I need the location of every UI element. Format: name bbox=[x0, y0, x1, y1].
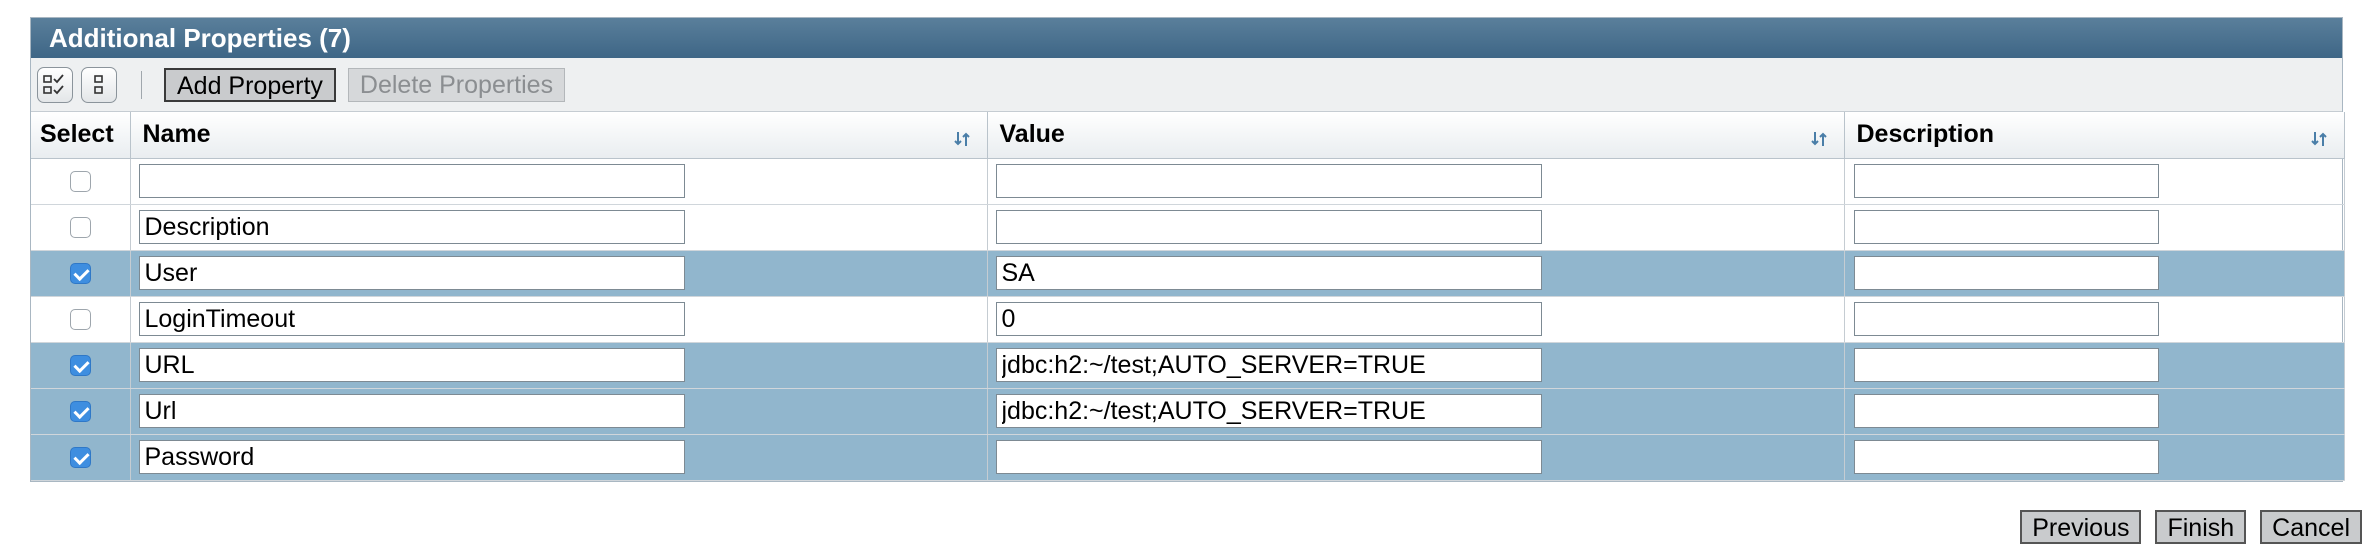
description-cell bbox=[1844, 204, 2345, 251]
column-header-name-label: Name bbox=[142, 120, 211, 149]
row-select-checkbox[interactable] bbox=[69, 400, 91, 422]
table-row[interactable] bbox=[31, 434, 2345, 481]
description-cell bbox=[1844, 342, 2345, 389]
column-header-description-label: Description bbox=[1856, 120, 1995, 149]
table-body bbox=[31, 158, 2345, 481]
wizard-nav: Previous Finish Cancel bbox=[2006, 510, 2362, 544]
property-description-input[interactable] bbox=[1853, 348, 2159, 382]
property-value-input[interactable] bbox=[995, 394, 1542, 428]
additional-properties-panel: Additional Properties (7) Add Property D… bbox=[30, 17, 2345, 482]
row-select-checkbox[interactable] bbox=[69, 262, 91, 284]
value-cell bbox=[987, 250, 1845, 297]
value-cell bbox=[987, 158, 1845, 205]
panel-title: Additional Properties (7) bbox=[31, 18, 2342, 58]
sort-icon[interactable] bbox=[1810, 130, 1828, 148]
name-cell bbox=[130, 434, 988, 481]
name-cell bbox=[130, 158, 988, 205]
properties-table: Select Name Value Description Descriptio… bbox=[31, 112, 2345, 481]
name-cell bbox=[130, 250, 988, 297]
sort-icon[interactable] bbox=[2310, 130, 2328, 148]
description-cell bbox=[1844, 388, 2345, 435]
select-cell bbox=[31, 434, 131, 481]
row-select-checkbox[interactable] bbox=[69, 216, 91, 238]
deselect-all-icon[interactable] bbox=[81, 66, 117, 103]
table-row[interactable] bbox=[31, 204, 2345, 251]
property-value-input[interactable] bbox=[995, 210, 1542, 244]
property-description-input[interactable] bbox=[1853, 302, 2159, 336]
value-cell bbox=[987, 434, 1845, 481]
property-description-input[interactable] bbox=[1853, 440, 2159, 474]
cancel-button[interactable]: Cancel bbox=[2260, 510, 2362, 544]
row-select-checkbox[interactable] bbox=[69, 170, 91, 192]
description-cell bbox=[1844, 296, 2345, 343]
table-row[interactable] bbox=[31, 296, 2345, 343]
sort-icon[interactable] bbox=[953, 130, 971, 148]
property-description-input[interactable] bbox=[1853, 394, 2159, 428]
property-name-input[interactable] bbox=[138, 440, 685, 474]
table-row[interactable] bbox=[31, 342, 2345, 389]
property-description-input[interactable] bbox=[1853, 164, 2159, 198]
name-cell bbox=[130, 342, 988, 389]
column-header-name[interactable]: Name bbox=[130, 112, 988, 159]
row-select-checkbox[interactable] bbox=[69, 308, 91, 330]
property-name-input[interactable] bbox=[138, 394, 685, 428]
table-header-row: Select Name Value Description bbox=[31, 112, 2345, 159]
add-property-button[interactable]: Add Property bbox=[164, 67, 336, 102]
property-value-input[interactable] bbox=[995, 302, 1542, 336]
select-cell bbox=[31, 204, 131, 251]
row-select-checkbox[interactable] bbox=[69, 354, 91, 376]
select-cell bbox=[31, 342, 131, 389]
name-cell bbox=[130, 388, 988, 435]
table-row[interactable] bbox=[31, 250, 2345, 297]
select-cell bbox=[31, 158, 131, 205]
select-cell bbox=[31, 250, 131, 297]
finish-button[interactable]: Finish bbox=[2155, 510, 2247, 544]
table-row[interactable] bbox=[31, 388, 2345, 435]
select-all-icon[interactable] bbox=[37, 66, 73, 103]
value-cell bbox=[987, 204, 1845, 251]
property-description-input[interactable] bbox=[1853, 256, 2159, 290]
value-cell bbox=[987, 388, 1845, 435]
property-name-input[interactable] bbox=[138, 210, 685, 244]
delete-properties-button[interactable]: Delete Properties bbox=[347, 67, 566, 102]
column-header-value[interactable]: Value bbox=[987, 112, 1845, 159]
description-cell bbox=[1844, 158, 2345, 205]
property-name-input[interactable] bbox=[138, 348, 685, 382]
property-name-input[interactable] bbox=[138, 164, 685, 198]
row-select-checkbox[interactable] bbox=[69, 446, 91, 468]
property-name-input[interactable] bbox=[138, 256, 685, 290]
select-cell bbox=[31, 388, 131, 435]
previous-button[interactable]: Previous bbox=[2020, 510, 2142, 544]
property-description-input[interactable] bbox=[1853, 210, 2159, 244]
description-cell bbox=[1844, 434, 2345, 481]
name-cell bbox=[130, 204, 988, 251]
property-value-input[interactable] bbox=[995, 256, 1542, 290]
property-name-input[interactable] bbox=[138, 302, 685, 336]
column-header-value-label: Value bbox=[999, 120, 1065, 149]
description-cell bbox=[1844, 250, 2345, 297]
property-value-input[interactable] bbox=[995, 440, 1542, 474]
toolbar: Add Property Delete Properties bbox=[31, 58, 2342, 112]
value-cell bbox=[987, 296, 1845, 343]
property-value-input[interactable] bbox=[995, 348, 1542, 382]
name-cell bbox=[130, 296, 988, 343]
toolbar-separator bbox=[141, 70, 142, 99]
column-header-description[interactable]: Description bbox=[1844, 112, 2345, 159]
value-cell bbox=[987, 342, 1845, 389]
select-cell bbox=[31, 296, 131, 343]
table-row[interactable] bbox=[31, 158, 2345, 205]
property-value-input[interactable] bbox=[995, 164, 1542, 198]
column-header-select: Select bbox=[31, 112, 131, 159]
